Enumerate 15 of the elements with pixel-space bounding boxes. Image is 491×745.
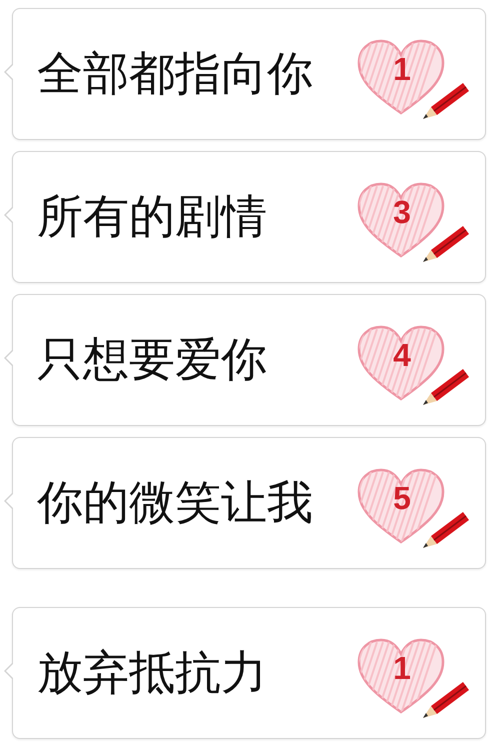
heart-count: 5 (392, 480, 412, 517)
message-text: 放弃抵抗力 (37, 644, 267, 701)
heart-icon (355, 323, 447, 403)
heart-icon (355, 636, 447, 716)
message-text: 所有的剧情 (37, 188, 267, 245)
message-text: 你的微笑让我 (37, 474, 313, 531)
heart-icon (355, 180, 447, 260)
heart-icon (355, 466, 447, 546)
heart-count: 1 (392, 650, 412, 687)
message-text: 只想要爱你 (37, 331, 267, 388)
heart-count: 4 (392, 337, 412, 374)
heart-count: 3 (392, 194, 412, 231)
message-text: 全部都指向你 (37, 45, 313, 102)
heart-count: 1 (392, 51, 412, 88)
heart-icon (355, 37, 447, 117)
